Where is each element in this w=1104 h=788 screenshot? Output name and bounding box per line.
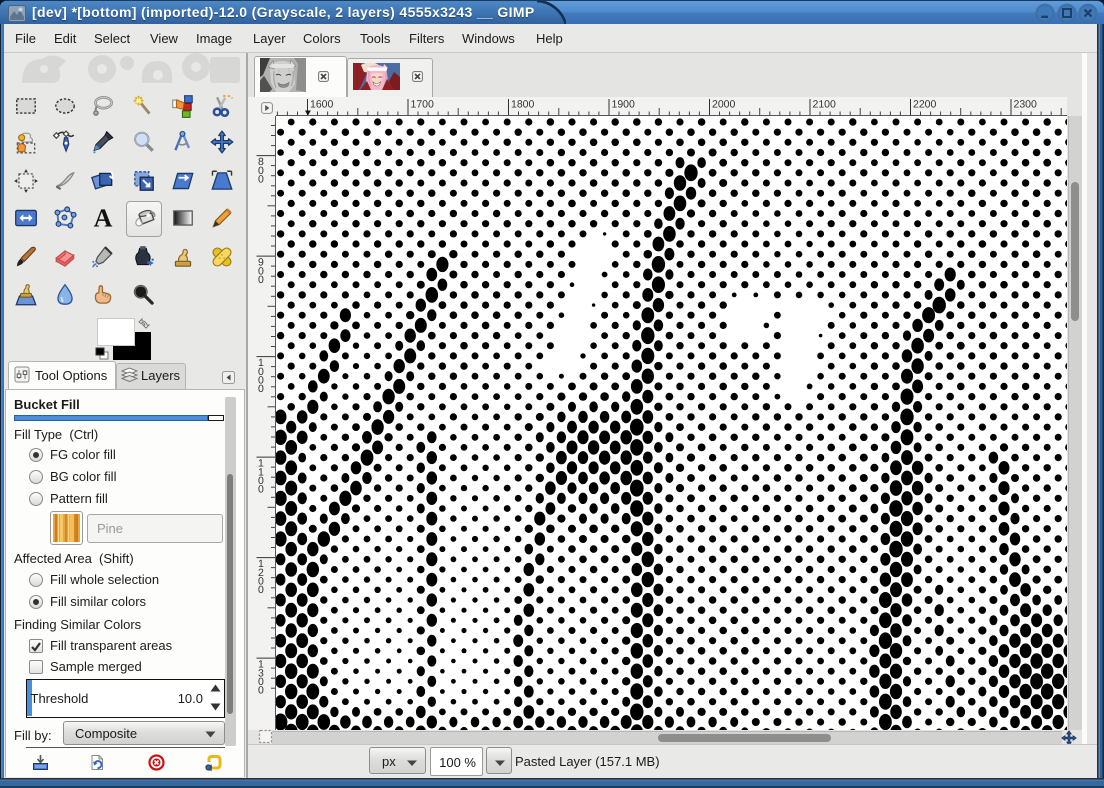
svg-text:2000: 2000 [712,99,736,111]
svg-text:A: A [94,205,114,231]
svg-text:0: 0 [258,274,264,286]
svg-text:2300: 2300 [1014,99,1038,111]
svg-text:0: 0 [258,173,264,185]
svg-text:0: 0 [258,484,264,496]
svg-text:1700: 1700 [411,99,435,111]
svg-text:0: 0 [258,383,264,395]
svg-text:1900: 1900 [612,99,636,111]
svg-text:0: 0 [258,584,264,596]
svg-text:2200: 2200 [913,99,937,111]
svg-text:1600: 1600 [310,99,334,111]
svg-text:0: 0 [258,685,264,697]
svg-text:1800: 1800 [511,99,535,111]
svg-text:2100: 2100 [813,99,837,111]
